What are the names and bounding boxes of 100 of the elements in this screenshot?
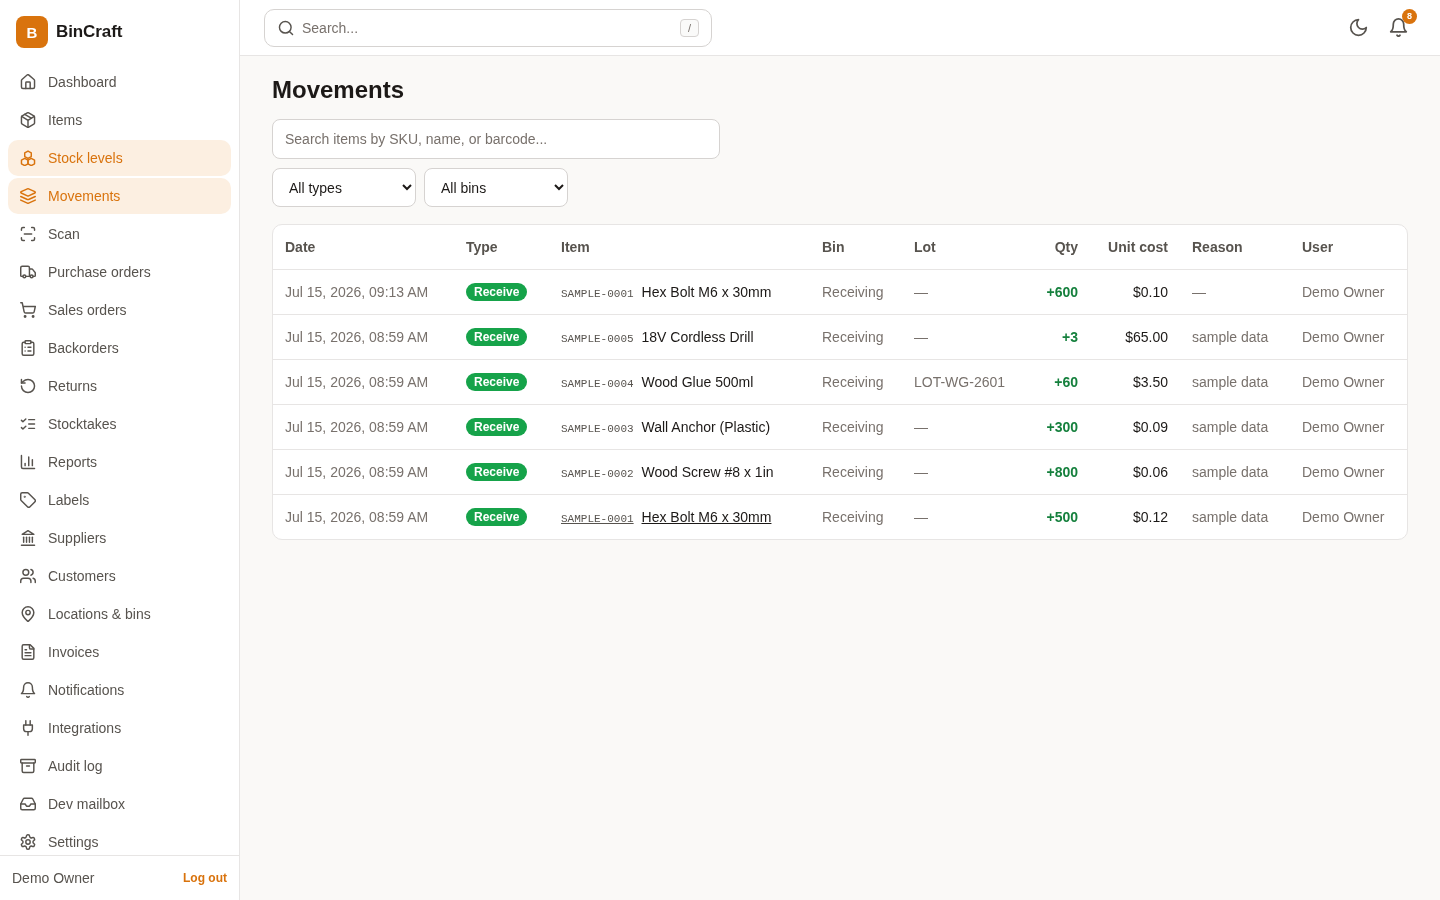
plug-icon [20,720,36,736]
bell-icon [1388,18,1408,37]
table-cell: Receiving [810,359,902,404]
table-cell: +600 [1014,269,1090,314]
type-badge: Receive [466,372,528,391]
nav-item[interactable]: Locations & bins [8,596,231,632]
column-header: Unit cost [1090,225,1180,269]
nav-item[interactable]: Dashboard [8,64,231,100]
cube-icon [20,112,36,128]
table-cell: sample data [1180,359,1290,404]
app-name: BinCraft [56,22,123,42]
nav-item[interactable]: Dev mailbox [8,786,231,822]
nav-item[interactable]: Suppliers [8,520,231,556]
table-cell: — [902,449,1014,494]
search-input[interactable]: Search... [302,15,672,40]
type-badge: Receive [466,507,528,526]
nav-item[interactable]: Reports [8,444,231,480]
item-search-field[interactable]: Search items by SKU, name, or barcode... [272,119,720,159]
rotate-icon [20,378,36,394]
table-cell: Jul 15, 2026, 08:59 AM [273,404,454,449]
nav-item[interactable]: Purchase orders [8,254,231,290]
nav-item[interactable]: Settings [8,824,231,855]
column-header: Item [549,225,810,269]
bank-icon [20,530,36,546]
table-cell: LOT-WG-2601 [902,359,1014,404]
moon-icon [1348,18,1368,37]
nav-item[interactable]: Items [8,102,231,138]
checklist-icon [20,416,36,432]
table-cell: — [902,404,1014,449]
table-cell: sample data [1180,314,1290,359]
map-pin-icon [20,606,36,622]
type-badge: Receive [466,327,528,346]
filter-select[interactable]: All types [272,168,416,207]
column-header: Type [454,225,549,269]
table-cell: Receiving [810,449,902,494]
table-cell: $65.00 [1090,314,1180,359]
type-badge: Receive [466,462,528,481]
notification-count: 8 [1402,8,1417,24]
shortcut-key: / [679,18,699,37]
nav-item[interactable]: Invoices [8,634,231,670]
nav-item[interactable]: Sales orders [8,292,231,328]
nav-item[interactable]: Notifications [8,672,231,708]
table-cell: +60 [1014,359,1090,404]
cart-icon [20,302,36,318]
nav-item[interactable]: Integrations [8,710,231,746]
nav-item[interactable]: Customers [8,558,231,594]
column-header: Date [273,225,454,269]
settings-icon [20,834,36,850]
search-icon [278,19,294,36]
item-link[interactable]: SAMPLE-0005 18V Cordless Drill [561,328,754,345]
table-cell: Demo Owner [1290,404,1407,449]
nav-item[interactable]: Returns [8,368,231,404]
column-header: Qty [1014,225,1090,269]
scan-icon [20,226,36,242]
document-icon [20,644,36,660]
nav-item[interactable]: Stocktakes [8,406,231,442]
table-cell: Receiving [810,494,902,539]
column-header: User [1290,225,1407,269]
user-name: Demo Owner [12,870,95,886]
nav-item[interactable]: Backorders [8,330,231,366]
page-title: Movements [272,75,405,105]
archive-icon [20,758,36,774]
item-link[interactable]: SAMPLE-0002 Wood Screw #8 x 1in [561,463,774,480]
home-icon [20,74,36,90]
table-cell: $0.09 [1090,404,1180,449]
table-cell: Demo Owner [1290,359,1407,404]
clipboard-icon [20,340,36,356]
tag-icon [20,492,36,508]
table-cell: Demo Owner [1290,494,1407,539]
table-cell: sample data [1180,404,1290,449]
search-field[interactable]: Search... / [264,8,712,47]
layers-icon [20,188,36,204]
column-header: Lot [902,225,1014,269]
filter-select[interactable]: All bins [424,168,568,207]
table-cell: +800 [1014,449,1090,494]
table-cell: — [1180,269,1290,314]
bell-icon [20,682,36,698]
table-cell: +300 [1014,404,1090,449]
column-header: Reason [1180,225,1290,269]
table-cell: $3.50 [1090,359,1180,404]
nav-item[interactable]: Scan [8,216,231,252]
item-link[interactable]: SAMPLE-0001 Hex Bolt M6 x 30mm [561,508,772,525]
table-cell: Jul 15, 2026, 08:59 AM [273,449,454,494]
nav-item[interactable]: Labels [8,482,231,518]
table-cell: — [902,269,1014,314]
table-cell: Jul 15, 2026, 08:59 AM [273,359,454,404]
table-cell: Receiving [810,269,902,314]
truck-icon [20,264,36,280]
table-cell: — [902,494,1014,539]
boxes-icon [20,150,36,166]
table-cell: $0.06 [1090,449,1180,494]
table-cell: +3 [1014,314,1090,359]
type-badge: Receive [466,282,528,301]
table-cell: Demo Owner [1290,449,1407,494]
table-cell: — [902,314,1014,359]
item-link[interactable]: SAMPLE-0004 Wood Glue 500ml [561,373,754,390]
item-link[interactable]: SAMPLE-0001 Hex Bolt M6 x 30mm [561,283,772,300]
logo-mark: B [16,16,48,48]
item-link[interactable]: SAMPLE-0003 Wall Anchor (Plastic) [561,418,771,435]
nav-item[interactable]: Audit log [8,748,231,784]
